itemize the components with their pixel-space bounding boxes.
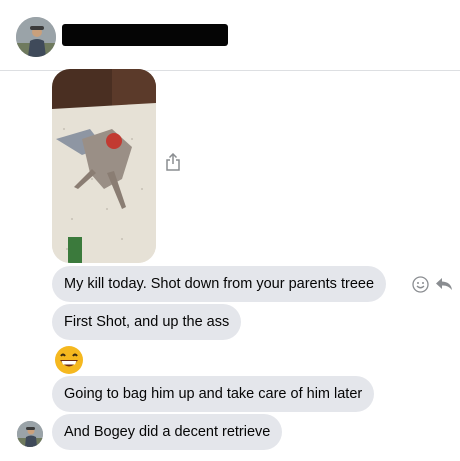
- message-bubble[interactable]: My kill today. Shot down from your paren…: [52, 266, 387, 302]
- photo-icon: [52, 69, 156, 263]
- share-icon: [166, 153, 180, 171]
- message-actions: [411, 275, 453, 293]
- user-avatar-icon: [16, 17, 56, 57]
- photo-message[interactable]: [52, 69, 156, 263]
- contact-avatar[interactable]: [16, 17, 56, 57]
- message-bubble[interactable]: Going to bag him up and take care of him…: [52, 376, 375, 412]
- reply-button[interactable]: [435, 275, 453, 293]
- contact-name-redacted: [62, 24, 228, 46]
- user-avatar-icon: [17, 421, 43, 447]
- message-bubble[interactable]: And Bogey did a decent retrieve: [52, 414, 283, 450]
- reply-icon: [436, 278, 452, 290]
- message-bubble[interactable]: First Shot, and up the ass: [52, 304, 242, 340]
- emoji-message[interactable]: [53, 344, 85, 376]
- grinning-face-icon: [55, 346, 83, 374]
- contact-avatar-small[interactable]: [17, 421, 43, 447]
- react-button[interactable]: [411, 275, 429, 293]
- smiley-icon: [411, 275, 429, 293]
- conversation-header: [0, 0, 460, 71]
- share-button[interactable]: [162, 151, 184, 173]
